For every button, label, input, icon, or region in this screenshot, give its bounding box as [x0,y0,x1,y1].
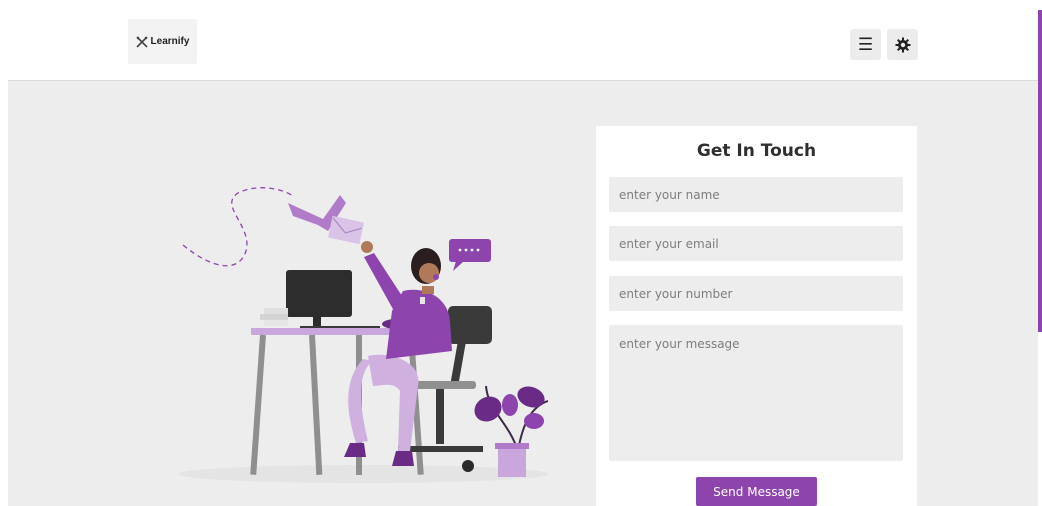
form-title: Get In Touch [696,141,817,161]
menu-button[interactable]: ☰ [850,29,881,60]
scrollbar[interactable] [1038,10,1042,332]
message-textarea[interactable] [609,325,903,461]
gear-icon [895,37,910,52]
site-header: Learnify ☰ [8,10,1038,81]
number-input[interactable] [609,276,903,311]
name-input[interactable] [609,177,903,212]
email-input[interactable] [609,226,903,261]
contact-illustration [178,187,548,483]
theme-settings-button[interactable] [887,29,918,60]
contact-form-card: Get In Touch Send Message [596,126,917,506]
logo[interactable]: Learnify [128,19,197,64]
contact-section: Get In Touch Send Message [8,81,1038,506]
menu-icon: ☰ [857,34,874,55]
logo-text: Learnify [150,36,190,47]
crossed-tools-icon [135,35,148,48]
send-message-button[interactable]: Send Message [696,477,817,506]
